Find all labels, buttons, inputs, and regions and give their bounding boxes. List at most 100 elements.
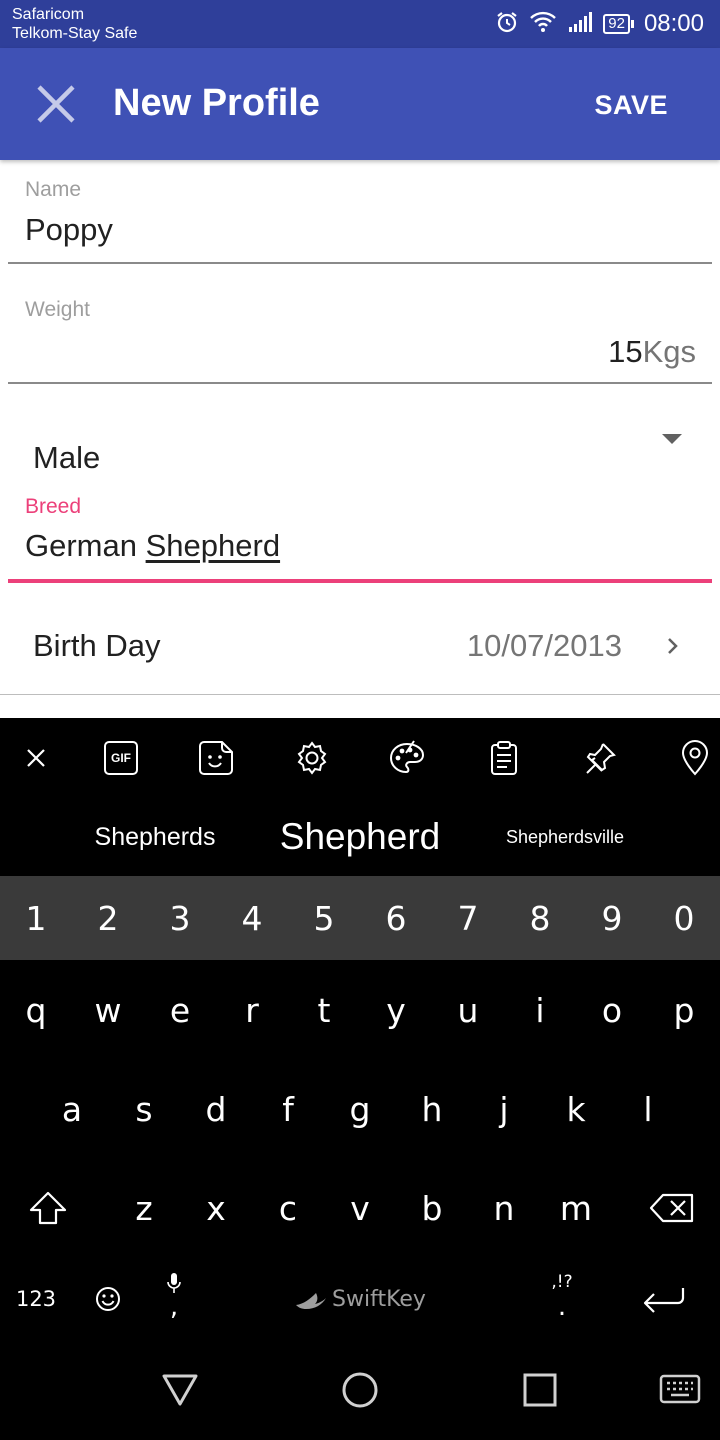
key-6[interactable]: 6 bbox=[360, 876, 432, 960]
key-row-3: z x c v b n m bbox=[0, 1158, 720, 1258]
suggestion-center[interactable]: Shepherd bbox=[250, 798, 470, 876]
shift-icon bbox=[29, 1191, 67, 1225]
battery-icon: 92 bbox=[603, 14, 634, 34]
sticker-icon[interactable] bbox=[196, 738, 236, 778]
name-field[interactable]: Name Poppy bbox=[0, 160, 720, 266]
key-5[interactable]: 5 bbox=[288, 876, 360, 960]
key-w[interactable]: w bbox=[72, 960, 144, 1060]
punctuation-hint: ,!? bbox=[551, 1272, 573, 1292]
key-m[interactable]: m bbox=[540, 1158, 612, 1258]
number-row: 1 2 3 4 5 6 7 8 9 0 bbox=[0, 876, 720, 960]
keyboard: GIF Shepherds Shepherd Shepherdsville 1 … bbox=[0, 718, 720, 1340]
key-h[interactable]: h bbox=[396, 1060, 468, 1158]
close-button[interactable] bbox=[28, 76, 84, 132]
theme-palette-icon[interactable] bbox=[387, 738, 427, 778]
swiftkey-brand: SwiftKey bbox=[332, 1286, 426, 1312]
signal-icon bbox=[567, 10, 593, 39]
pin-icon[interactable] bbox=[580, 738, 620, 778]
key-k[interactable]: k bbox=[540, 1060, 612, 1158]
dropdown-arrow-icon bbox=[662, 434, 682, 444]
key-o[interactable]: o bbox=[576, 960, 648, 1060]
enter-key[interactable] bbox=[624, 1258, 704, 1340]
key-t[interactable]: t bbox=[288, 960, 360, 1060]
period-key[interactable]: ,!? . bbox=[526, 1258, 598, 1340]
symbols-key[interactable]: 123 bbox=[0, 1258, 72, 1340]
breed-value[interactable]: German Shepherd bbox=[25, 528, 280, 564]
key-l[interactable]: l bbox=[612, 1060, 684, 1158]
wifi-icon bbox=[529, 10, 557, 39]
key-3[interactable]: 3 bbox=[144, 876, 216, 960]
battery-level: 92 bbox=[603, 14, 630, 34]
key-row-4: 123 , SwiftKey ,!? . bbox=[0, 1258, 720, 1340]
key-n[interactable]: n bbox=[468, 1158, 540, 1258]
weight-value[interactable]: 15Kgs bbox=[608, 334, 696, 370]
key-i[interactable]: i bbox=[504, 960, 576, 1060]
space-bar[interactable]: SwiftKey bbox=[210, 1258, 510, 1340]
key-e[interactable]: e bbox=[144, 960, 216, 1060]
key-d[interactable]: d bbox=[180, 1060, 252, 1158]
app-bar: New Profile SAVE bbox=[0, 48, 720, 160]
key-1[interactable]: 1 bbox=[0, 876, 72, 960]
key-0[interactable]: 0 bbox=[648, 876, 720, 960]
key-v[interactable]: v bbox=[324, 1158, 396, 1258]
key-u[interactable]: u bbox=[432, 960, 504, 1060]
keyboard-toolbar: GIF bbox=[0, 718, 720, 798]
emoji-key[interactable] bbox=[72, 1258, 144, 1340]
gender-dropdown[interactable]: Male bbox=[0, 410, 720, 490]
key-8[interactable]: 8 bbox=[504, 876, 576, 960]
carrier-secondary: Telkom-Stay Safe bbox=[12, 25, 138, 42]
home-circle-icon bbox=[342, 1372, 378, 1408]
recents-button[interactable] bbox=[512, 1362, 568, 1418]
settings-icon[interactable] bbox=[292, 738, 332, 778]
key-x[interactable]: x bbox=[180, 1158, 252, 1258]
key-j[interactable]: j bbox=[468, 1060, 540, 1158]
alarm-icon bbox=[495, 10, 519, 39]
comma-key[interactable]: , bbox=[144, 1258, 204, 1340]
back-button[interactable] bbox=[152, 1362, 208, 1418]
shift-key[interactable] bbox=[8, 1158, 88, 1258]
name-value[interactable]: Poppy bbox=[25, 212, 113, 248]
swiftkey-logo: SwiftKey bbox=[294, 1287, 426, 1312]
gif-icon[interactable]: GIF bbox=[101, 738, 141, 778]
key-y[interactable]: y bbox=[360, 960, 432, 1060]
backspace-key[interactable] bbox=[630, 1158, 714, 1258]
weight-field[interactable]: Weight 15Kgs bbox=[0, 284, 720, 388]
back-triangle-icon bbox=[162, 1374, 198, 1406]
key-a[interactable]: a bbox=[36, 1060, 108, 1158]
key-z[interactable]: z bbox=[108, 1158, 180, 1258]
birthday-divider bbox=[0, 694, 720, 695]
suggestion-bar: Shepherds Shepherd Shepherdsville bbox=[0, 798, 720, 876]
key-c[interactable]: c bbox=[252, 1158, 324, 1258]
key-7[interactable]: 7 bbox=[432, 876, 504, 960]
status-icons: 92 08:00 bbox=[495, 8, 704, 40]
location-icon[interactable] bbox=[675, 738, 715, 778]
suggestion-left[interactable]: Shepherds bbox=[60, 798, 250, 876]
save-button[interactable]: SAVE bbox=[594, 90, 668, 121]
key-q[interactable]: q bbox=[0, 960, 72, 1060]
weight-underline bbox=[8, 382, 712, 384]
gif-label: GIF bbox=[111, 751, 131, 765]
keyboard-close-icon[interactable] bbox=[16, 738, 56, 778]
enter-icon bbox=[643, 1288, 685, 1313]
home-button[interactable] bbox=[332, 1362, 388, 1418]
birthday-label: Birth Day bbox=[33, 628, 161, 663]
key-s[interactable]: s bbox=[108, 1060, 180, 1158]
breed-field[interactable]: Breed German Shepherd bbox=[0, 490, 720, 586]
name-label: Name bbox=[25, 178, 82, 201]
key-4[interactable]: 4 bbox=[216, 876, 288, 960]
key-g[interactable]: g bbox=[324, 1060, 396, 1158]
birthday-row[interactable]: Birth Day 10/07/2013 bbox=[0, 600, 720, 695]
key-row-2: a s d f g h j k l bbox=[0, 1060, 720, 1158]
key-p[interactable]: p bbox=[648, 960, 720, 1060]
close-icon bbox=[37, 85, 75, 123]
key-9[interactable]: 9 bbox=[576, 876, 648, 960]
period-label: . bbox=[557, 1292, 567, 1322]
suggestion-right[interactable]: Shepherdsville bbox=[480, 798, 650, 876]
key-2[interactable]: 2 bbox=[72, 876, 144, 960]
clipboard-icon[interactable] bbox=[484, 738, 524, 778]
key-r[interactable]: r bbox=[216, 960, 288, 1060]
key-b[interactable]: b bbox=[396, 1158, 468, 1258]
weight-label: Weight bbox=[25, 298, 90, 321]
key-f[interactable]: f bbox=[252, 1060, 324, 1158]
keyboard-switch-button[interactable] bbox=[652, 1362, 708, 1418]
